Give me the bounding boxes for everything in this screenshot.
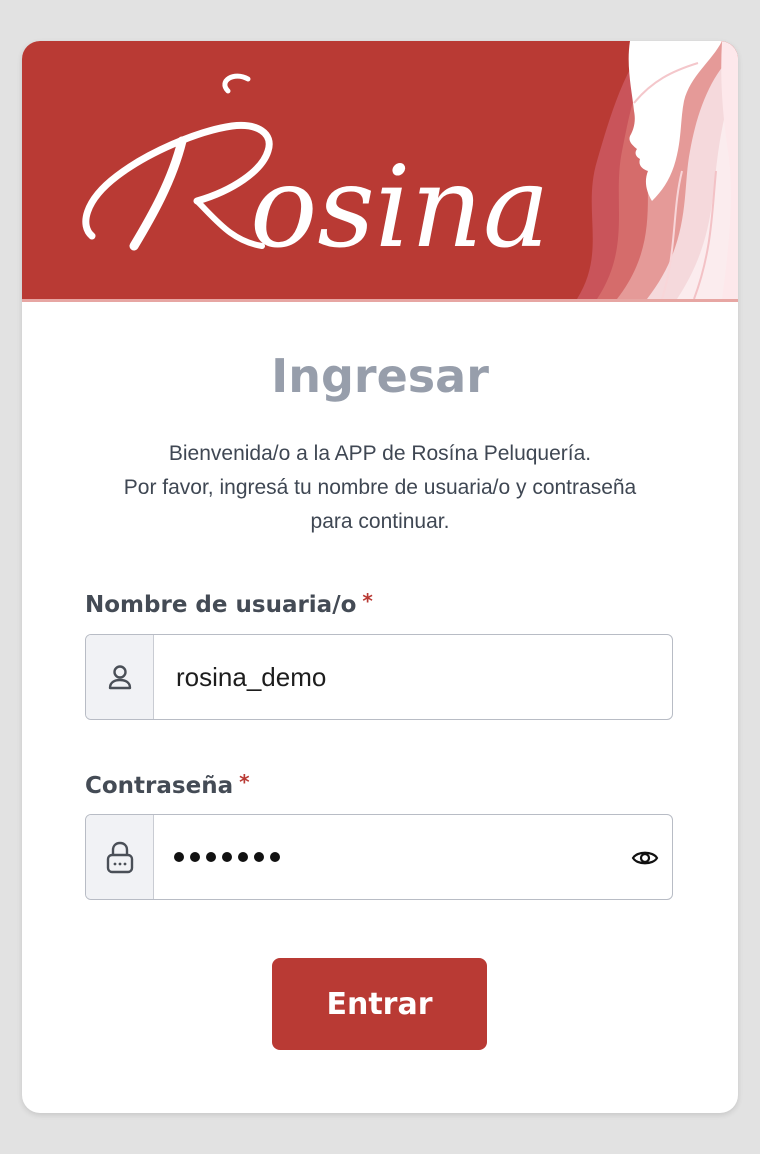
brand-banner: osina — [22, 41, 738, 299]
password-mask-dot — [254, 852, 264, 862]
password-mask-dot — [206, 852, 216, 862]
required-asterisk: * — [362, 589, 373, 613]
password-field[interactable] — [85, 814, 673, 900]
banner-divider — [22, 299, 738, 302]
required-asterisk: * — [239, 770, 250, 794]
username-label: Nombre de usuaria/o * — [85, 589, 373, 618]
username-input[interactable]: rosina_demo — [176, 635, 326, 719]
welcome-line: Por favor, ingresá tu nombre de usuaria/… — [123, 476, 637, 499]
password-addon — [86, 815, 154, 899]
show-password-toggle[interactable] — [630, 843, 660, 873]
username-label-text: Nombre de usuaria/o — [85, 592, 357, 618]
username-addon — [86, 635, 154, 719]
password-mask-dot — [238, 852, 248, 862]
password-label-text: Contraseña — [85, 773, 234, 799]
rosina-logo: osina — [82, 73, 550, 273]
password-input[interactable] — [174, 815, 280, 899]
password-mask-dot — [190, 852, 200, 862]
password-label: Contraseña * — [85, 770, 250, 799]
password-mask-dot — [270, 852, 280, 862]
password-mask-dot — [174, 852, 184, 862]
welcome-message: Bienvenida/o a la APP de Rosína Peluquer… — [62, 437, 698, 539]
password-mask-dot — [222, 852, 232, 862]
lock-icon — [106, 841, 133, 874]
login-card: osina Ingresar Bienvenida/o a la APP de … — [22, 41, 738, 1113]
page-title: Ingresar — [271, 349, 489, 403]
submit-button[interactable]: Entrar — [272, 958, 487, 1050]
user-icon — [108, 665, 131, 690]
eye-icon — [631, 851, 659, 865]
welcome-line: Bienvenida/o a la APP de Rosína Peluquer… — [168, 442, 592, 465]
welcome-line: para continuar. — [310, 510, 450, 533]
username-field[interactable]: rosina_demo — [85, 634, 673, 720]
svg-text:osina: osina — [250, 143, 550, 273]
